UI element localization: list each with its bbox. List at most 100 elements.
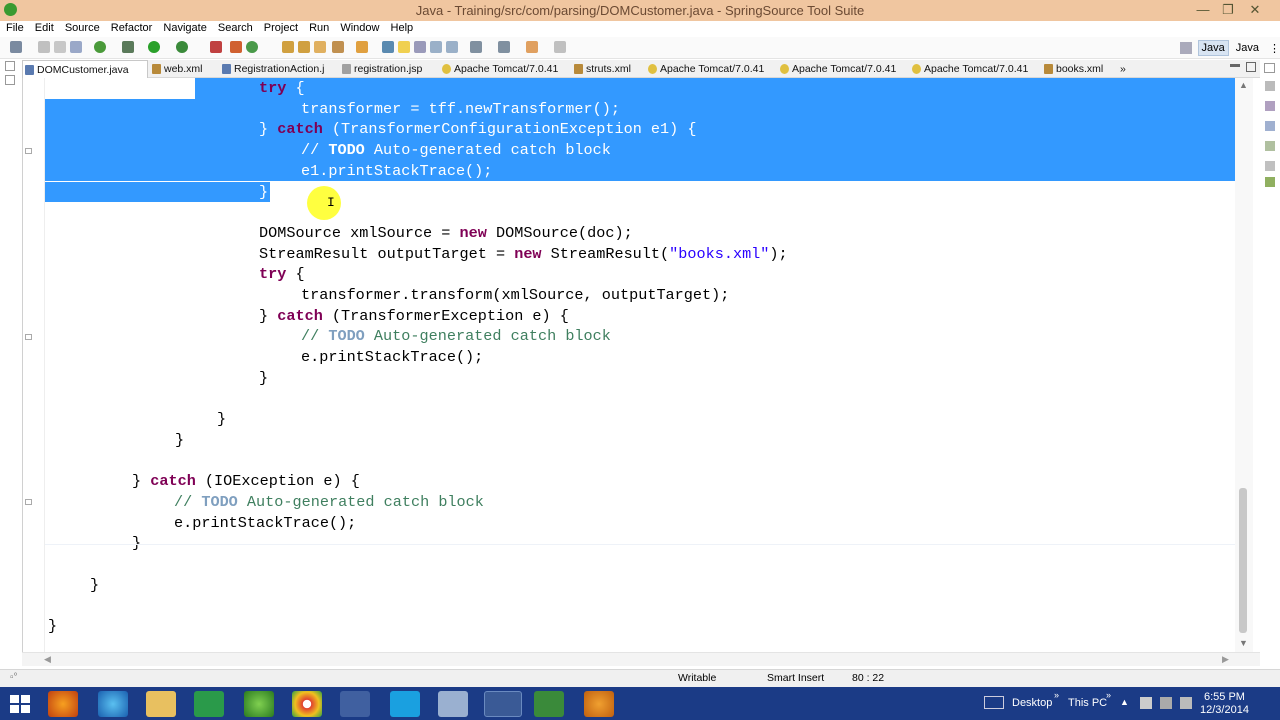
scroll-down-icon[interactable]: ▼ [1239,638,1248,648]
utility-app-icon[interactable] [584,691,614,717]
tab-web-xml[interactable]: web.xml [150,60,220,78]
code-area[interactable]: try { transformer = tff.newTransformer()… [45,78,1235,652]
open-task-icon[interactable] [298,41,310,53]
task-list-icon[interactable] [1265,101,1275,111]
spring-explorer-icon[interactable] [1265,121,1275,131]
sts-active-task-icon[interactable] [484,691,522,717]
maximize-editor-icon[interactable] [1246,62,1256,72]
menu-edit[interactable]: Edit [35,21,54,34]
servers-icon[interactable] [1265,177,1275,187]
new-java-project-icon[interactable] [230,41,242,53]
clock-time[interactable]: 6:55 PM [1204,691,1245,703]
server-icon[interactable] [210,41,222,53]
chevron-icon[interactable]: » [1054,690,1059,700]
next-annotation-icon[interactable] [470,41,482,53]
close-button[interactable]: ✕ [1240,0,1270,21]
tab-registrationaction[interactable]: RegistrationAction.j [220,60,338,78]
restore-icon[interactable] [5,61,15,71]
tab-apache-tomcat-2[interactable]: Apache Tomcat/7.0.41 [646,60,778,78]
spring-tool-suite-icon[interactable] [244,691,274,717]
highlight-icon[interactable] [398,41,410,53]
run-icon[interactable] [148,41,160,53]
new-class-icon[interactable] [246,41,258,53]
fold-marker[interactable] [25,148,32,154]
outline-view-icon[interactable] [1265,81,1275,91]
menu-refactor[interactable]: Refactor [111,21,153,34]
minimize-view-icon[interactable] [5,75,15,85]
internet-explorer-icon[interactable] [98,691,128,717]
perspective-java[interactable]: Java [1233,41,1262,55]
problems-icon[interactable] [1265,161,1275,171]
prev-annotation-icon[interactable] [498,41,510,53]
firefox-icon[interactable] [48,691,78,717]
desktop-toolbar[interactable]: Desktop [1012,697,1052,709]
menu-file[interactable]: File [6,21,24,34]
chevron-icon[interactable]: » [1106,690,1111,700]
menu-search[interactable]: Search [218,21,253,34]
clock-date[interactable]: 12/3/2014 [1200,704,1249,716]
console-icon[interactable] [1265,141,1275,151]
restore-right-icon[interactable] [1264,63,1275,73]
menu-navigate[interactable]: Navigate [163,21,206,34]
open-perspective-icon[interactable] [1179,42,1192,54]
tab-struts-xml[interactable]: struts.xml [572,60,646,78]
scrollbar-thumb[interactable] [1239,488,1247,633]
save-all-icon[interactable] [54,41,66,53]
search-icon[interactable] [314,41,326,53]
tab-apache-tomcat-1[interactable]: Apache Tomcat/7.0.41 [440,60,570,78]
new-icon[interactable] [10,41,22,53]
menu-run[interactable]: Run [309,21,329,34]
fold-marker[interactable] [25,499,32,505]
menu-help[interactable]: Help [391,21,414,34]
tab-apache-tomcat-3[interactable]: Apache Tomcat/7.0.41 [778,60,910,78]
show-whitespace-icon[interactable] [430,41,442,53]
maximize-button[interactable]: ❐ [1213,0,1243,21]
paint-icon[interactable] [438,691,468,717]
store-icon[interactable] [194,691,224,717]
vertical-scrollbar[interactable]: ▲ ▼ [1235,78,1253,652]
external-tools-icon[interactable] [176,41,188,53]
tab-overflow-button[interactable]: » [1120,60,1144,78]
open-type-icon[interactable] [282,41,294,53]
chrome-icon[interactable] [292,691,322,717]
tab-domcustomer-java[interactable]: DOMCustomer.java [22,60,148,78]
code-editor[interactable]: try { transformer = tff.newTransformer()… [22,78,1260,652]
back-icon[interactable] [526,41,538,53]
block-select-icon[interactable] [414,41,426,53]
scroll-right-icon[interactable]: ▶ [1222,654,1229,665]
annotation-icon[interactable] [356,41,368,53]
print-icon[interactable] [70,41,82,53]
word-wrap-icon[interactable] [446,41,458,53]
toggle-mark-icon[interactable] [382,41,394,53]
perspective-java-active[interactable]: Java [1197,40,1229,56]
volume-icon[interactable] [1160,697,1172,709]
file-explorer-icon[interactable] [146,691,176,717]
save-icon[interactable] [38,41,50,53]
scroll-up-icon[interactable]: ▲ [1239,80,1248,90]
spring-icon[interactable] [94,41,106,53]
overflow-icon[interactable]: ⋮ [1266,41,1280,56]
this-pc-toolbar[interactable]: This PC [1068,697,1107,709]
fold-marker[interactable] [25,334,32,340]
scroll-left-icon[interactable]: ◀ [44,654,51,665]
tab-books-xml[interactable]: books.xml [1042,60,1120,78]
visual-studio-icon[interactable] [340,691,370,717]
action-center-icon[interactable] [1180,697,1192,709]
debug-icon[interactable] [122,41,134,53]
excel-icon[interactable] [534,691,564,717]
menu-project[interactable]: Project [264,21,298,34]
tab-registration-jsp[interactable]: registration.jsp [340,60,440,78]
network-icon[interactable] [1140,697,1152,709]
tray-up-arrow-icon[interactable]: ▲ [1120,697,1129,707]
menu-window[interactable]: Window [340,21,379,34]
horizontal-scrollbar[interactable]: ◀ ▶ [22,652,1260,666]
fast-view-icon[interactable]: ▫° [10,672,18,683]
windows-start-icon[interactable] [6,691,34,717]
forward-icon[interactable] [554,41,566,53]
keyboard-icon[interactable] [984,696,1004,709]
edit-icon[interactable] [332,41,344,53]
minimize-editor-icon[interactable] [1230,64,1240,67]
skype-icon[interactable] [390,691,420,717]
menu-source[interactable]: Source [65,21,100,34]
tab-apache-tomcat-4[interactable]: Apache Tomcat/7.0.41 [910,60,1042,78]
